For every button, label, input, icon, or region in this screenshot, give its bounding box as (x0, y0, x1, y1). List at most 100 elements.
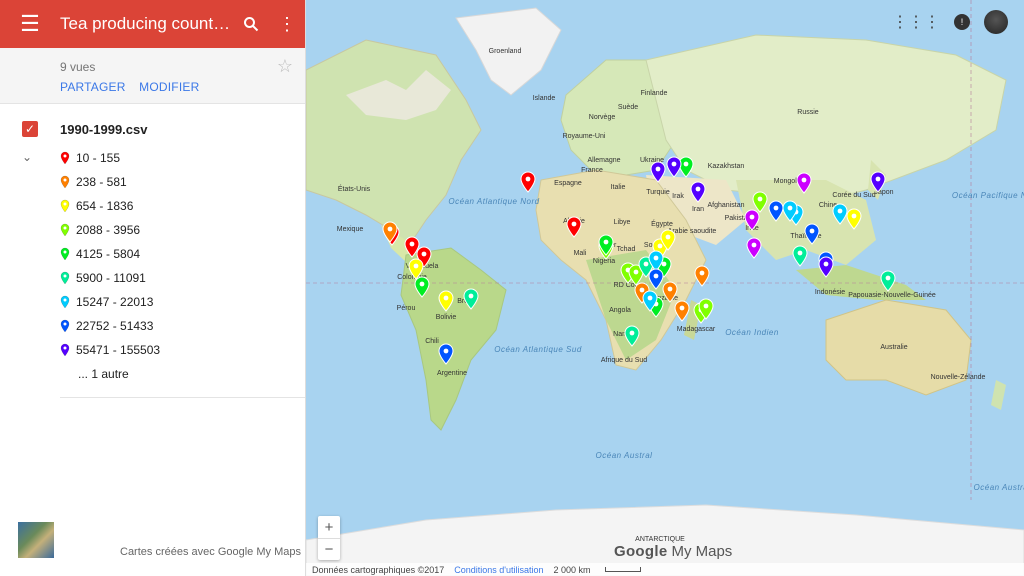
country-label: Afrique du Sud (600, 357, 648, 364)
map-marker[interactable] (414, 276, 430, 298)
legend-label: 22752 - 51433 (76, 319, 154, 333)
country-label: Espagne (554, 180, 582, 187)
country-label: Angola (609, 307, 631, 314)
country-label: Groenland (488, 48, 522, 55)
zoom-in-button[interactable]: + (318, 516, 340, 538)
map-marker[interactable] (666, 156, 682, 178)
country-label: Mexique (336, 226, 364, 233)
map-marker[interactable] (650, 161, 666, 183)
map-marker[interactable] (804, 223, 820, 245)
map-pin-icon (60, 223, 70, 237)
map-marker[interactable] (698, 298, 714, 320)
map-marker[interactable] (660, 229, 676, 251)
header-bar: ☰ Tea producing countrie… ⋮ (0, 0, 305, 48)
google-my-maps-logo: Google My Maps (614, 543, 732, 560)
map-footer: Données cartographiques ©2017 Conditions… (306, 563, 1024, 576)
layer-checkbox[interactable]: ✓ (22, 121, 38, 137)
legend-item: 22752 - 51433 (0, 314, 305, 338)
country-label: Finlande (640, 90, 668, 97)
map-title: Tea producing countrie… (60, 14, 233, 33)
map-marker[interactable] (463, 288, 479, 310)
map-marker[interactable] (690, 181, 706, 203)
map-marker[interactable] (832, 203, 848, 225)
search-icon[interactable] (233, 0, 269, 48)
legend-item: 238 - 581 (0, 170, 305, 194)
country-label: Corée du Sud (832, 192, 876, 199)
menu-icon[interactable]: ☰ (0, 0, 60, 48)
zoom-out-button[interactable]: − (318, 538, 340, 560)
country-label: Iran (691, 206, 705, 213)
legend-item: 4125 - 5804 (0, 242, 305, 266)
ocean-label: Océan Austral (973, 483, 1024, 492)
layer-panel: ✓ 1990-1999.csv ⌄ 10 - 155 238 - 581 654 -… (0, 104, 305, 398)
map-marker[interactable] (744, 209, 760, 231)
map-marker[interactable] (662, 281, 678, 303)
country-label: Papouasie-Nouvelle-Guinée (848, 292, 936, 299)
country-label: Bolivie (435, 314, 457, 321)
country-label: Royaume-Uni (562, 133, 606, 140)
country-label: Tchad (616, 246, 636, 253)
country-label: Libye (613, 219, 631, 226)
legend-item: 654 - 1836 (0, 194, 305, 218)
map-pin-icon (60, 295, 70, 309)
country-label: Turquie (646, 189, 670, 196)
country-label: Russie (797, 109, 819, 116)
terms-link[interactable]: Conditions d'utilisation (454, 565, 543, 575)
map-marker[interactable] (598, 234, 614, 256)
country-label: Islande (532, 95, 556, 102)
map-marker[interactable] (796, 172, 812, 194)
country-label: Nouvelle-Zélande (930, 374, 986, 381)
country-label: Pérou (396, 305, 416, 312)
ocean-label: Océan Pacifique Nord (951, 191, 1024, 200)
basemap-thumbnail[interactable] (18, 522, 54, 558)
legend-label: 15247 - 22013 (76, 295, 154, 309)
more-options-icon[interactable]: ⋮ (269, 0, 305, 48)
map-marker[interactable] (694, 265, 710, 287)
legend-label: 4125 - 5804 (76, 247, 141, 261)
account-tools: ⋮⋮⋮ ! (892, 10, 1008, 34)
avatar[interactable] (984, 10, 1008, 34)
country-label: Italie (610, 184, 626, 191)
country-label: Australie (880, 344, 908, 351)
map-marker[interactable] (642, 290, 658, 312)
star-icon[interactable]: ☆ (277, 56, 293, 77)
map-marker[interactable] (880, 270, 896, 292)
map-marker[interactable] (792, 245, 808, 267)
legend-item: 2088 - 3956 (0, 218, 305, 242)
ocean-label: Océan Atlantique Sud (494, 345, 582, 354)
map-marker[interactable] (818, 256, 834, 278)
map-marker[interactable] (382, 221, 398, 243)
map-marker[interactable] (438, 290, 454, 312)
map-marker[interactable] (520, 171, 536, 193)
map-canvas[interactable]: Groenland Islande Norvège Suède Finlande Roya… (306, 0, 1024, 576)
map-marker[interactable] (674, 300, 690, 322)
edit-button[interactable]: MODIFIER (139, 80, 199, 94)
scale-label: 2 000 km (553, 564, 591, 575)
map-marker[interactable] (746, 237, 762, 259)
map-marker[interactable] (768, 200, 784, 222)
apps-grid-icon[interactable]: ⋮⋮⋮ (892, 12, 940, 32)
map-marker[interactable] (648, 268, 664, 290)
share-button[interactable]: PARTAGER (60, 80, 126, 94)
map-marker[interactable] (566, 216, 582, 238)
map-marker[interactable] (870, 171, 886, 193)
country-label: Afghanistan (707, 202, 745, 209)
credit-text: Cartes créées avec Google My Maps (120, 546, 301, 558)
zoom-controls: + − (318, 516, 340, 560)
legend-item: 15247 - 22013 (0, 290, 305, 314)
chevron-down-icon[interactable]: ⌄ (22, 150, 32, 164)
map-marker[interactable] (438, 343, 454, 365)
view-count: 9 vues (60, 60, 96, 74)
country-label: Mali (573, 250, 587, 257)
ocean-label: Océan Indien (725, 328, 779, 337)
notifications-icon[interactable]: ! (954, 14, 970, 30)
map-marker[interactable] (846, 208, 862, 230)
legend: ⌄ 10 - 155 238 - 581 654 - 1836 2088 - 3956… (0, 146, 305, 386)
country-label: Irak (672, 193, 684, 200)
map-marker[interactable] (624, 325, 640, 347)
map-pin-icon (60, 199, 70, 213)
map-marker[interactable] (782, 200, 798, 222)
country-label: Chili (425, 338, 439, 345)
legend-more[interactable]: ... 1 autre (0, 362, 305, 386)
map-info: 9 vues PARTAGER MODIFIER ☆ (0, 48, 305, 104)
